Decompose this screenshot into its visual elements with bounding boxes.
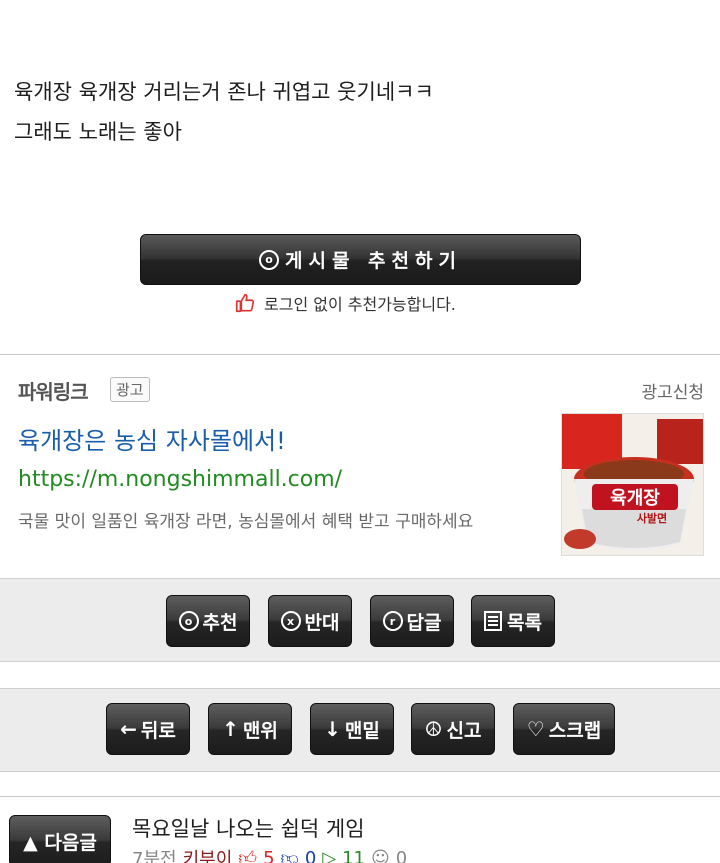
arrow-left-icon: ← xyxy=(120,717,137,741)
scrap-button[interactable]: ♡ 스크랩 xyxy=(513,703,615,755)
list-icon xyxy=(484,611,503,631)
downvote-count: 0 xyxy=(304,847,317,863)
thumbs-down-icon: 👎︎ xyxy=(280,848,299,863)
post-time: 7분전 xyxy=(132,849,177,863)
upvote-label: 추천 xyxy=(202,611,238,634)
downvote-button[interactable]: x 반대 xyxy=(268,595,352,647)
downvote-label: 반대 xyxy=(304,611,340,634)
powerlink-label: 파워링크 xyxy=(18,380,89,404)
to-bottom-label: 맨밑 xyxy=(344,719,380,742)
back-label: 뒤로 xyxy=(140,719,176,742)
scrap-label: 스크랩 xyxy=(548,719,602,742)
to-bottom-button[interactable]: ↓ 맨밑 xyxy=(310,703,394,755)
list-button[interactable]: 목록 xyxy=(471,595,555,647)
next-post-label: ▲ 다음글 xyxy=(23,831,97,854)
list-label: 목록 xyxy=(507,611,542,634)
reply-button[interactable]: r 답글 xyxy=(370,595,454,647)
ad-url-link[interactable]: https://m.nongshimmall.com/ xyxy=(18,467,342,492)
circled-o-icon: o xyxy=(178,611,199,631)
next-post-meta: 7분전 키부이 👍︎ 5 👎︎ 0 ▷ 11 ☺ 0 xyxy=(132,845,407,863)
arrow-down-icon: ↓ xyxy=(324,717,341,741)
circled-o-icon: o xyxy=(259,249,279,270)
divider xyxy=(0,354,720,355)
report-icon: ☮ xyxy=(424,717,443,741)
post-content: 육개장 육개장 거리는거 존나 귀엽고 웃기네ㅋㅋ 그래도 노래는 좋아 xyxy=(14,72,704,152)
ramen-cup-illustration: 육개장 사발면 xyxy=(562,414,703,555)
ad-product-image[interactable]: 육개장 사발면 xyxy=(561,413,704,556)
to-top-label: 맨위 xyxy=(242,719,278,742)
reply-label: 답글 xyxy=(406,611,442,634)
no-login-notice: 로그인 없이 추천가능합니다. xyxy=(234,291,456,315)
ad-apply-link[interactable]: 광고신청 xyxy=(641,378,704,403)
post-author[interactable]: 키부이 xyxy=(183,845,233,863)
report-button[interactable]: ☮ 신고 xyxy=(411,703,495,755)
thumb-sub-text: 사발면 xyxy=(637,511,667,525)
post-line: 육개장 육개장 거리는거 존나 귀엽고 웃기네ㅋㅋ xyxy=(14,80,434,104)
view-count: 11 xyxy=(342,847,366,863)
recommend-post-button[interactable]: o 게시물 추천하기 xyxy=(140,234,581,285)
thumbs-up-icon: 👍︎ xyxy=(238,848,258,863)
ad-description: 국물 맛이 일품인 육개장 라면, 농심몰에서 혜택 받고 구매하세요 xyxy=(18,512,474,532)
back-button[interactable]: ← 뒤로 xyxy=(106,703,190,755)
upvote-button[interactable]: o 추천 xyxy=(166,595,250,647)
comment-count: 0 xyxy=(395,847,408,863)
circled-r-icon: r xyxy=(382,611,403,631)
thumbs-up-icon xyxy=(235,293,255,313)
ad-badge: 광고 xyxy=(110,377,150,402)
no-login-text: 로그인 없이 추천가능합니다. xyxy=(264,295,456,314)
recommend-post-label: 게시물 추천하기 xyxy=(285,250,462,272)
ad-title-link[interactable]: 육개장은 농심 자사몰에서! xyxy=(18,421,286,456)
post-line: 그래도 노래는 좋아 xyxy=(14,120,182,144)
post-action-bar xyxy=(0,578,720,662)
next-post-title[interactable]: 목요일날 나오는 쉽덕 게임 xyxy=(132,813,365,843)
report-label: 신고 xyxy=(446,719,482,742)
comment-icon: ☺ xyxy=(371,847,390,863)
circled-x-icon: x xyxy=(280,611,301,631)
arrow-up-icon: ↑ xyxy=(222,717,239,741)
thumb-brand-text: 육개장 xyxy=(610,488,660,509)
upvote-count: 5 xyxy=(263,847,275,863)
divider xyxy=(0,796,720,797)
next-post-button[interactable]: ▲ 다음글 xyxy=(9,815,111,863)
to-top-button[interactable]: ↑ 맨위 xyxy=(208,703,292,755)
heart-icon: ♡ xyxy=(526,717,545,741)
play-icon: ▷ xyxy=(322,847,337,863)
